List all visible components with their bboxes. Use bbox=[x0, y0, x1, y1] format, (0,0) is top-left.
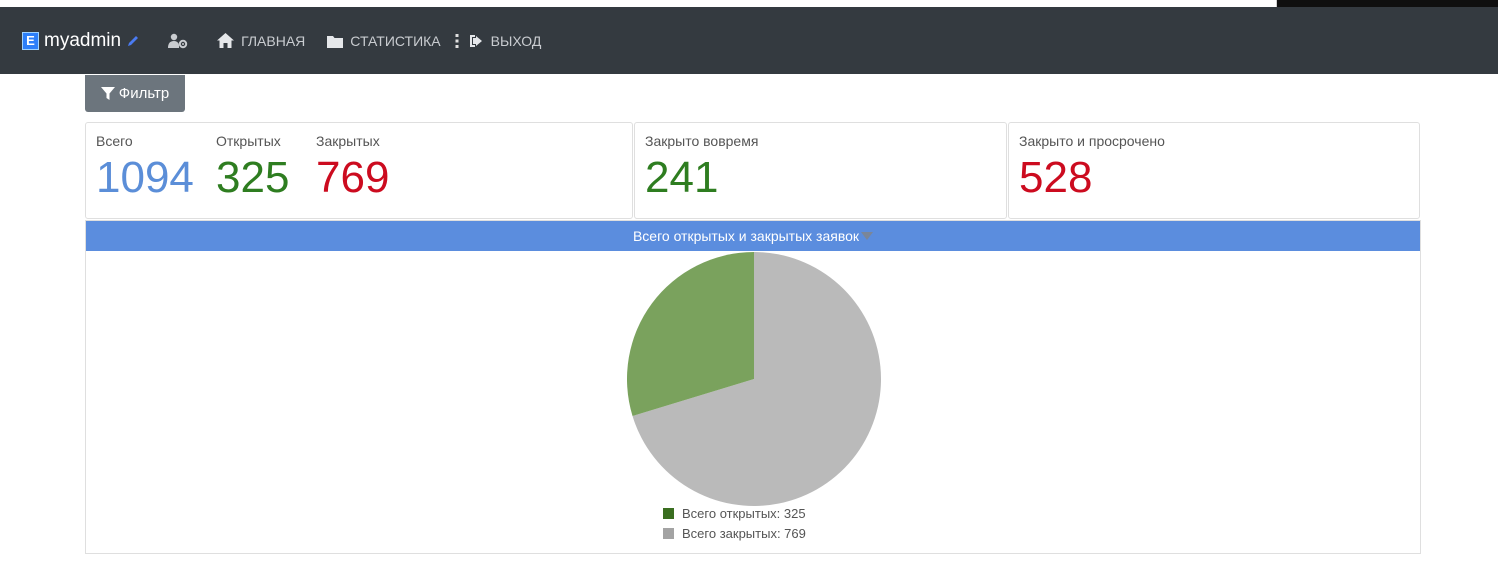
total-value: 1094 bbox=[96, 153, 194, 202]
pie-chart bbox=[627, 252, 881, 506]
chart-title: Всего открытых и закрытых заявок bbox=[632, 228, 860, 244]
nav-home-label: ГЛАВНАЯ bbox=[241, 32, 306, 49]
top-strip bbox=[0, 0, 1498, 7]
brand-name: myadmin bbox=[44, 29, 122, 51]
open-stat: Открытых 325 bbox=[216, 133, 289, 203]
nav-home[interactable]: ГЛАВНАЯ bbox=[217, 33, 305, 49]
home-icon bbox=[217, 33, 235, 48]
pencil-icon[interactable] bbox=[126, 34, 140, 48]
chart-header[interactable]: Всего открытых и закрытых заявок bbox=[86, 221, 1420, 251]
total-label: Всего bbox=[96, 133, 133, 149]
user-settings-icon[interactable] bbox=[168, 33, 195, 49]
overdue-card: Закрыто и просрочено 528 bbox=[1008, 122, 1420, 219]
overdue-stat: Закрыто и просрочено 528 bbox=[1019, 133, 1165, 203]
legend-item-open[interactable]: Всего открытых: 325 bbox=[663, 503, 806, 523]
overdue-value: 528 bbox=[1019, 153, 1093, 202]
legend-swatch-open bbox=[663, 507, 674, 519]
nav-logout-label: ВЫХОД bbox=[490, 32, 542, 49]
nav-statistics-label: СТАТИСТИКА bbox=[350, 32, 441, 49]
legend-swatch-closed bbox=[663, 527, 674, 539]
open-label: Открытых bbox=[216, 133, 281, 149]
legend-label-open: Всего открытых: 325 bbox=[682, 505, 806, 521]
nav-logout[interactable]: ВЫХОД bbox=[468, 32, 542, 49]
chart-legend: Всего открытых: 325 Всего закрытых: 769 bbox=[663, 503, 806, 543]
filter-icon bbox=[100, 86, 115, 100]
total-stat: Всего 1094 bbox=[96, 133, 194, 203]
filter-label: Фильтр bbox=[118, 85, 170, 102]
ontime-value: 241 bbox=[645, 153, 719, 202]
nav-statistics[interactable]: СТАТИСТИКА bbox=[327, 32, 441, 49]
ontime-card: Закрыто вовремя 241 bbox=[634, 122, 1007, 219]
brand-link[interactable]: E myadmin bbox=[22, 30, 140, 52]
open-value: 325 bbox=[216, 153, 290, 202]
ontime-label: Закрыто вовремя bbox=[645, 133, 759, 149]
sign-out-icon bbox=[469, 34, 482, 47]
caret-down-icon[interactable] bbox=[861, 231, 874, 241]
navbar: E myadmin ГЛАВНАЯ СТАТИСТИКА ВЫХОД bbox=[0, 7, 1498, 74]
legend-label-closed: Всего закрытых: 769 bbox=[682, 525, 806, 541]
totals-card: Всего 1094 Открытых 325 Закрытых 769 bbox=[85, 122, 633, 219]
legend-item-closed[interactable]: Всего закрытых: 769 bbox=[663, 523, 806, 543]
closed-stat: Закрытых 769 bbox=[316, 133, 389, 203]
filter-button[interactable]: Фильтр bbox=[85, 75, 185, 112]
closed-value: 769 bbox=[316, 153, 390, 202]
vertical-dots-icon[interactable] bbox=[455, 33, 459, 48]
ontime-stat: Закрыто вовремя 241 bbox=[645, 133, 758, 203]
brand-badge: E bbox=[22, 31, 39, 50]
chart-panel: Всего открытых и закрытых заявок Всего о… bbox=[85, 220, 1421, 554]
folder-icon bbox=[327, 35, 344, 48]
closed-label: Закрытых bbox=[316, 133, 380, 149]
overdue-label: Закрыто и просрочено bbox=[1019, 133, 1165, 149]
